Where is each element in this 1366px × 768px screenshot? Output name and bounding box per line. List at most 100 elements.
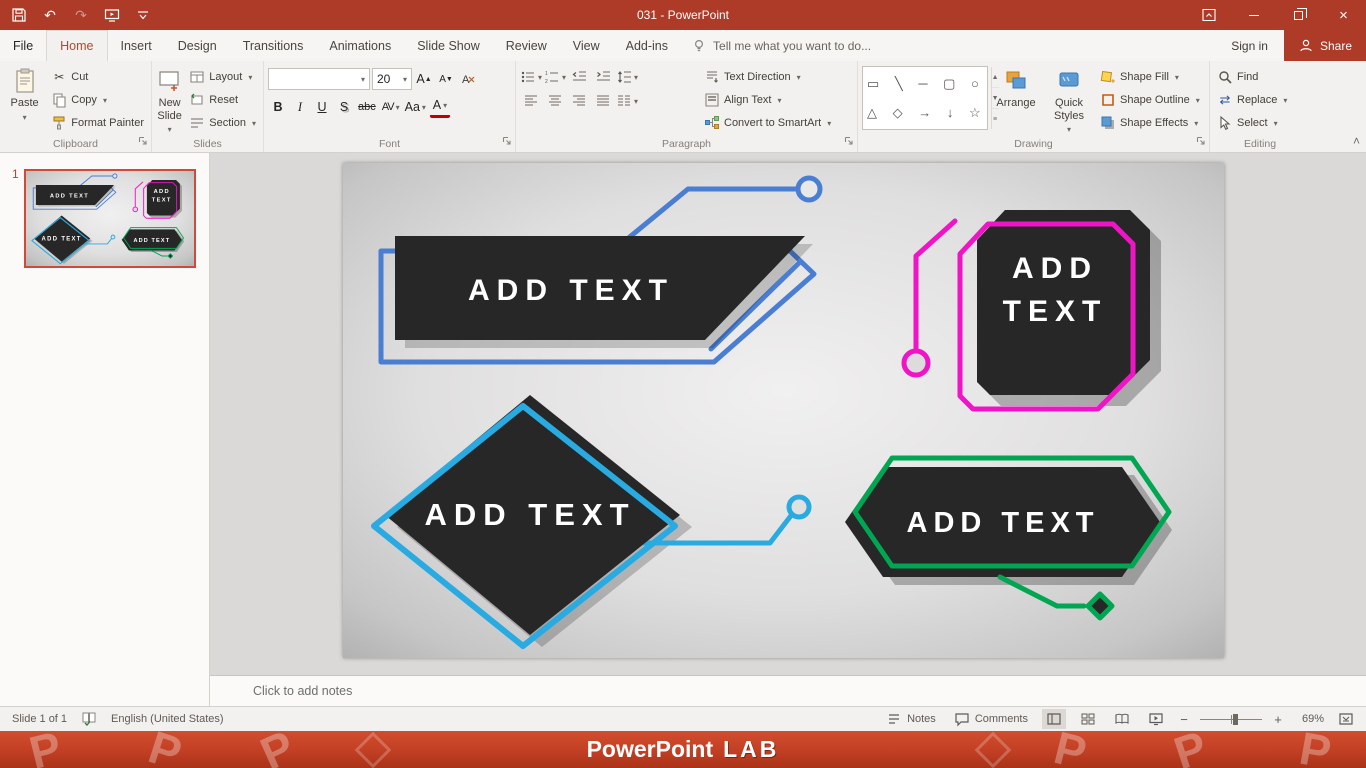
- cut-button[interactable]: ✂ Cut: [48, 66, 147, 88]
- paragraph-dialog-launcher-icon[interactable]: [844, 135, 854, 149]
- ribbon-display-options-icon[interactable]: [1186, 0, 1231, 30]
- italic-button[interactable]: I: [290, 96, 310, 118]
- share-button[interactable]: Share: [1283, 30, 1366, 61]
- text-direction-button[interactable]: Text Direction: [701, 66, 851, 88]
- shape-effects-button[interactable]: Shape Effects: [1097, 112, 1201, 134]
- proofing-status-icon[interactable]: [81, 710, 97, 729]
- new-slide-button[interactable]: New Slide ▾: [156, 64, 183, 134]
- slide-canvas[interactable]: [343, 163, 1224, 658]
- share-label: Share: [1319, 38, 1352, 53]
- select-button[interactable]: Select: [1214, 112, 1306, 134]
- tell-me-box[interactable]: Tell me what you want to do...: [681, 30, 881, 61]
- character-spacing-button[interactable]: AV: [380, 96, 401, 118]
- align-text-label: Align Text: [724, 94, 772, 106]
- zoom-slider[interactable]: [1200, 709, 1262, 729]
- font-size-combo[interactable]: 20 ▾: [372, 68, 412, 90]
- tab-insert[interactable]: Insert: [108, 30, 165, 61]
- editor-column: Click to add notes: [210, 153, 1366, 706]
- convert-smartart-button[interactable]: Convert to SmartArt: [701, 112, 851, 134]
- paste-icon: [13, 68, 37, 94]
- notes-toggle-button[interactable]: Notes: [882, 709, 940, 729]
- slide-show-view-button[interactable]: [1144, 709, 1168, 729]
- tab-animations[interactable]: Animations: [316, 30, 404, 61]
- close-button[interactable]: ×: [1321, 0, 1366, 30]
- strikethrough-button[interactable]: abc: [356, 96, 378, 118]
- tab-slide-show[interactable]: Slide Show: [404, 30, 493, 61]
- columns-button[interactable]: [616, 90, 638, 112]
- zoom-in-button[interactable]: +: [1272, 712, 1284, 727]
- sign-in-link[interactable]: Sign in: [1215, 30, 1284, 61]
- powerpoint-window: ↶ ↷ 031 - PowerPoint × File Home Insert …: [0, 0, 1366, 768]
- tab-review[interactable]: Review: [493, 30, 560, 61]
- text-direction-icon: [707, 69, 720, 85]
- tab-view[interactable]: View: [560, 30, 613, 61]
- restore-button[interactable]: [1276, 0, 1321, 30]
- tab-home[interactable]: Home: [46, 30, 108, 61]
- fit-slide-to-window-button[interactable]: [1334, 709, 1358, 729]
- drawing-dialog-launcher-icon[interactable]: [1196, 135, 1206, 149]
- redo-icon[interactable]: ↷: [72, 6, 90, 24]
- shapes-gallery-cells: ▭ ╲ ─ ▢ ○ △ ◇ → ↓ ☆: [863, 67, 991, 129]
- increase-font-size-button[interactable]: A ▲: [414, 68, 434, 90]
- section-button[interactable]: Section: [186, 112, 259, 134]
- layout-button[interactable]: Layout: [186, 66, 259, 88]
- collapse-ribbon-icon[interactable]: ˄: [1353, 134, 1360, 148]
- clipboard-dialog-launcher-icon[interactable]: [138, 135, 148, 149]
- bold-button[interactable]: B: [268, 96, 288, 118]
- undo-icon[interactable]: ↶: [41, 6, 59, 24]
- shape-outline-button[interactable]: Shape Outline: [1097, 89, 1201, 111]
- numbering-button[interactable]: 12: [544, 66, 566, 88]
- justify-button[interactable]: [592, 90, 614, 112]
- line-spacing-button[interactable]: [616, 66, 638, 88]
- decrease-indent-button[interactable]: [568, 66, 590, 88]
- clear-formatting-button[interactable]: A: [458, 68, 478, 90]
- save-icon[interactable]: [10, 6, 28, 24]
- reading-view-button[interactable]: [1110, 709, 1134, 729]
- columns-icon: [618, 93, 630, 109]
- increase-indent-button[interactable]: [592, 66, 614, 88]
- normal-view-button[interactable]: [1042, 709, 1066, 729]
- quick-styles-button[interactable]: Quick Styles ▾: [1044, 64, 1094, 134]
- align-center-button[interactable]: [544, 90, 566, 112]
- decorative-p: P: [1167, 731, 1213, 768]
- customize-qat-icon[interactable]: [134, 6, 152, 24]
- shape-effects-label: Shape Effects: [1120, 117, 1189, 129]
- reset-button[interactable]: Reset: [186, 89, 259, 111]
- language-indicator[interactable]: English (United States): [111, 713, 224, 725]
- tab-design[interactable]: Design: [165, 30, 230, 61]
- minimize-button[interactable]: [1231, 0, 1276, 30]
- zoom-out-button[interactable]: −: [1178, 712, 1190, 727]
- change-case-button[interactable]: Aa: [403, 96, 428, 118]
- replace-button[interactable]: ⇄ Replace: [1214, 89, 1306, 111]
- text-shadow-button[interactable]: S: [334, 96, 354, 118]
- decrease-font-size-button[interactable]: A ▼: [436, 68, 456, 90]
- paste-label: Paste: [10, 97, 39, 109]
- notes-pane[interactable]: Click to add notes: [210, 675, 1366, 706]
- shapes-gallery[interactable]: ▭ ╲ ─ ▢ ○ △ ◇ → ↓ ☆ ▲ ▼ ≡: [862, 66, 999, 130]
- tab-add-ins[interactable]: Add-ins: [613, 30, 681, 61]
- font-dialog-launcher-icon[interactable]: [502, 135, 512, 149]
- arrange-button[interactable]: Arrange: [991, 64, 1041, 134]
- start-presentation-icon[interactable]: [103, 6, 121, 24]
- reset-label: Reset: [209, 94, 239, 106]
- zoom-level[interactable]: 69%: [1294, 713, 1324, 725]
- shape-fill-button[interactable]: Shape Fill: [1097, 66, 1201, 88]
- footer-brand-name: PowerPoint: [586, 736, 714, 762]
- align-text-button[interactable]: Align Text: [701, 89, 851, 111]
- find-button[interactable]: Find: [1214, 66, 1306, 88]
- slide-sorter-view-button[interactable]: [1076, 709, 1100, 729]
- tab-transitions[interactable]: Transitions: [230, 30, 317, 61]
- comments-toggle-button[interactable]: Comments: [950, 709, 1032, 729]
- bullets-button[interactable]: [520, 66, 542, 88]
- tab-file[interactable]: File: [0, 30, 46, 61]
- font-color-button[interactable]: A: [429, 96, 450, 118]
- font-name-combo[interactable]: ▾: [268, 68, 370, 90]
- format-painter-button[interactable]: Format Painter: [48, 112, 147, 134]
- align-left-button[interactable]: [520, 90, 542, 112]
- align-right-button[interactable]: [568, 90, 590, 112]
- slide-thumbnail[interactable]: [24, 169, 196, 268]
- zoom-slider-handle[interactable]: [1232, 714, 1238, 725]
- underline-button[interactable]: U: [312, 96, 332, 118]
- copy-button[interactable]: Copy: [48, 89, 147, 111]
- paste-button[interactable]: Paste ▾: [4, 64, 45, 134]
